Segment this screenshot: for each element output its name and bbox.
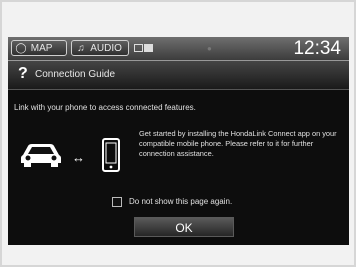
audio-button[interactable]: ♫ AUDIO [71,40,129,56]
ok-button[interactable]: OK [134,217,234,237]
map-button[interactable]: ◯ MAP [11,40,67,56]
dont-show-again-label[interactable]: Do not show this page again. [129,197,232,206]
music-note-icon: ♫ [77,43,85,54]
infotainment-screen: ◯ MAP ♫ AUDIO ● 12:34 ? Connection Guide… [8,37,349,245]
car-icon [21,144,61,167]
status-indicator-icon [134,44,143,52]
navigation-circle-icon: ◯ [15,43,27,54]
status-indicator-icon [144,44,153,52]
status-dot-icon: ● [207,44,212,53]
clock: 12:34 [293,38,341,59]
double-arrow-icon: ↔ [72,150,85,165]
dialog-title: Connection Guide [35,69,116,80]
smartphone-icon [102,138,120,172]
top-status-bar: ◯ MAP ♫ AUDIO ● 12:34 [8,37,349,61]
dialog-header: ? Connection Guide [8,61,349,90]
audio-button-label: AUDIO [90,43,122,54]
dont-show-again-checkbox[interactable] [112,197,122,207]
map-button-label: MAP [30,43,53,54]
intro-text: Link with your phone to access connected… [14,103,196,112]
screenshot-frame: ◯ MAP ♫ AUDIO ● 12:34 ? Connection Guide… [0,0,356,267]
question-mark-icon: ? [18,65,28,82]
connect-instructions: Get started by installing the HondaLink … [139,129,337,158]
